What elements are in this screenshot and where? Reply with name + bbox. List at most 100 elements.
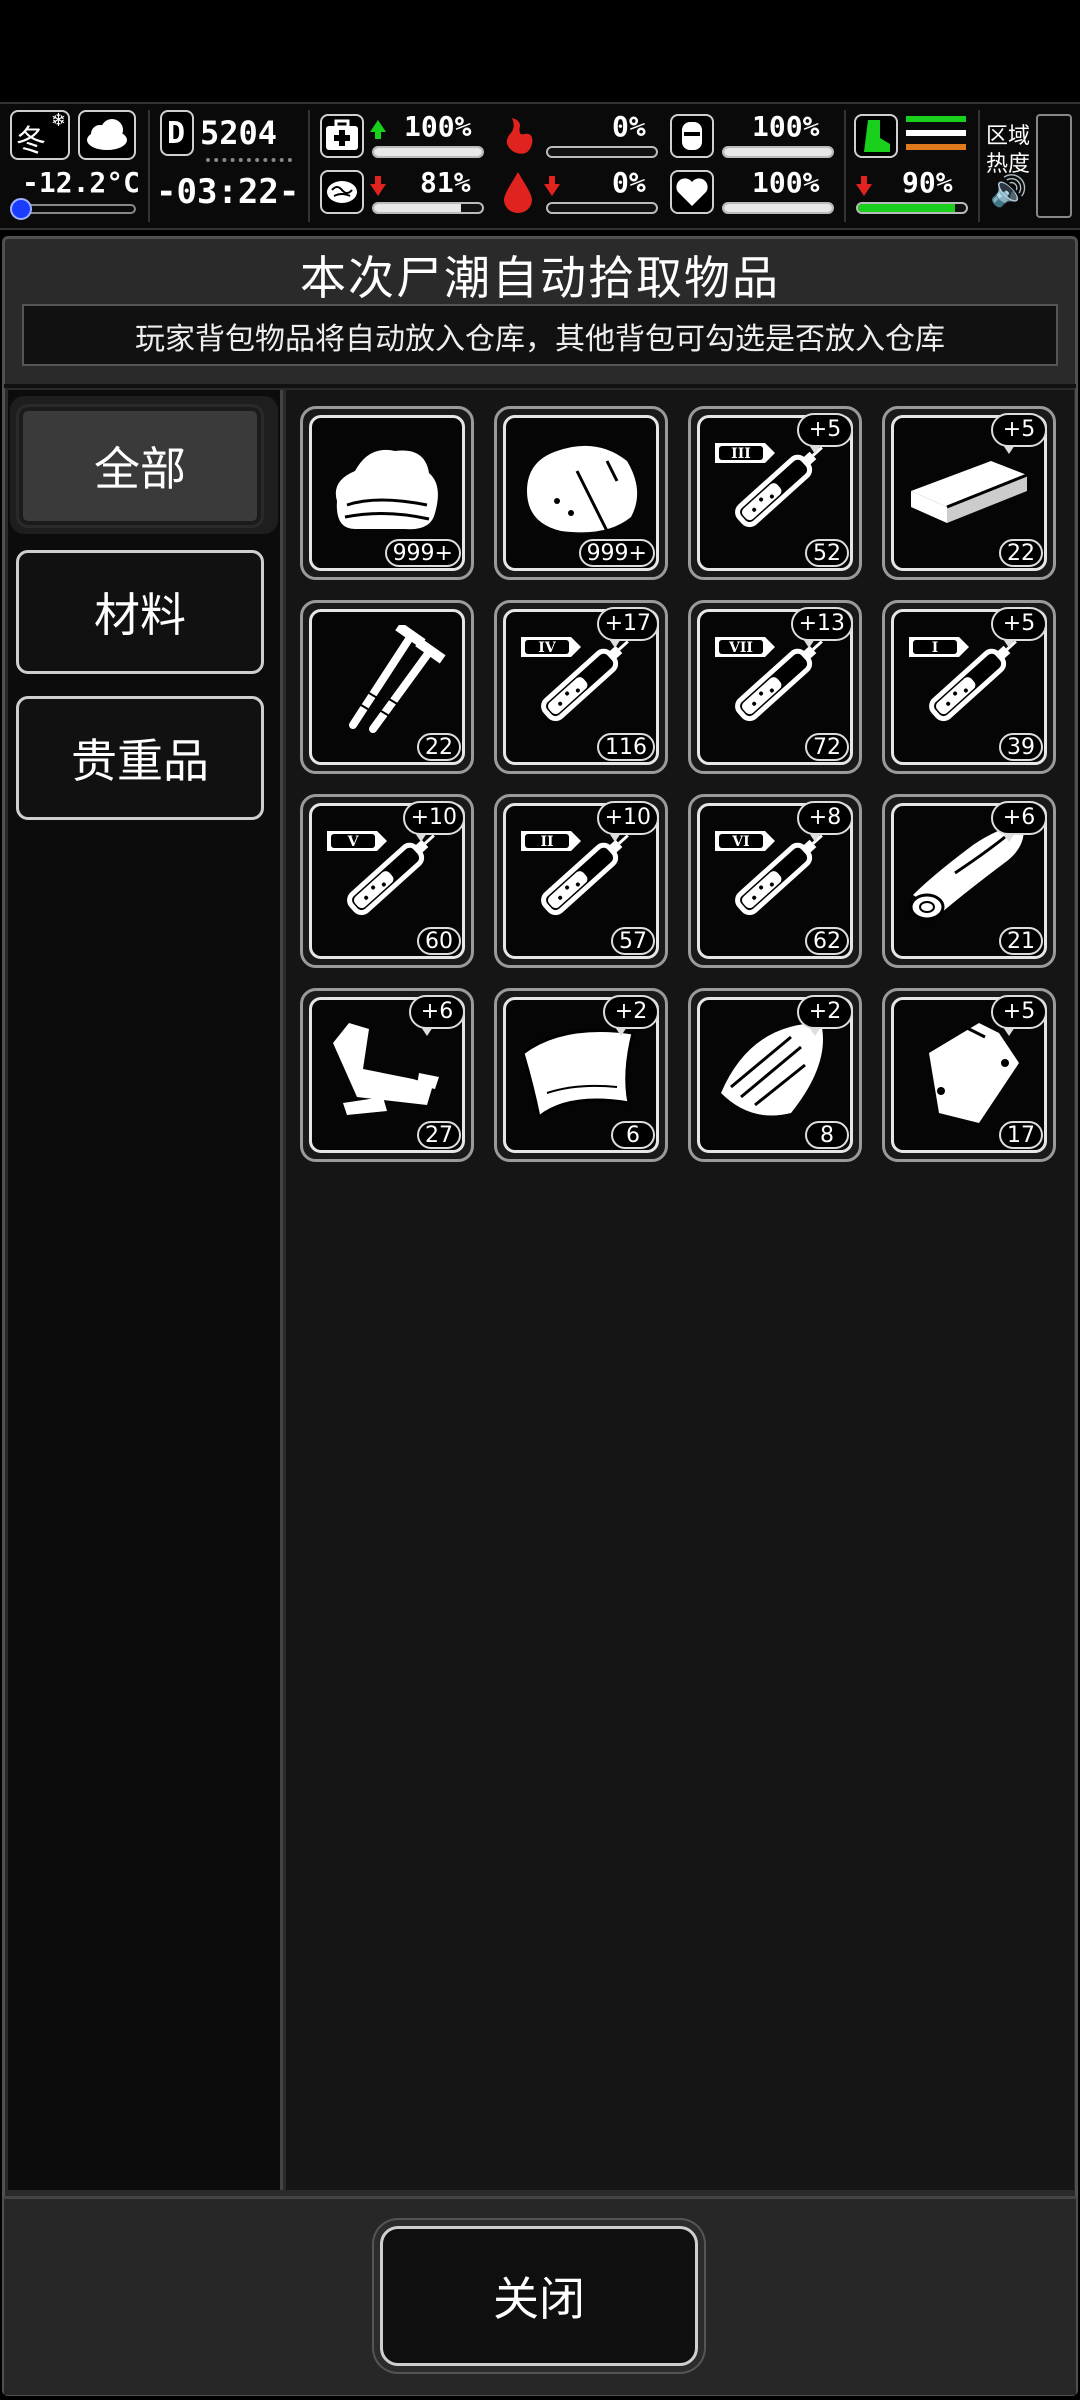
day-counter: 5204 <box>200 114 278 152</box>
item-slot[interactable]: 8 +2 <box>688 988 862 1162</box>
svg-text:III: III <box>731 446 751 462</box>
snowflake-icon: ❄ <box>50 110 66 131</box>
item-gain-badge: +17 <box>596 607 659 648</box>
temperature-indicator <box>10 198 32 220</box>
thirst-percent: 100% <box>752 110 820 143</box>
item-gain-badge: +5 <box>797 413 853 454</box>
tab-valuables[interactable]: 贵重品 <box>16 696 264 820</box>
item-slot[interactable]: II 57 +10 <box>494 794 668 968</box>
day-badge: D <box>160 110 194 156</box>
syringe-iv-icon: IV <box>517 625 645 735</box>
nails-icon <box>323 622 451 735</box>
item-count-badge: 22 <box>999 539 1043 567</box>
gear-bars <box>906 116 966 156</box>
health-bar <box>372 146 484 158</box>
syringe-vii-icon: VII <box>711 625 839 735</box>
svg-text:VII: VII <box>728 640 753 656</box>
svg-text:II: II <box>540 834 553 850</box>
item-gain-badge: +8 <box>797 801 853 842</box>
day-prefix: D <box>167 116 186 151</box>
item-count-badge: 17 <box>999 1121 1043 1149</box>
item-slot[interactable]: 999+ <box>300 406 474 580</box>
item-count-badge: 27 <box>417 1121 461 1149</box>
boot-icon <box>854 114 898 158</box>
item-slot[interactable]: III 52 +5 <box>688 406 862 580</box>
cloth-icon <box>323 431 451 541</box>
syringe-v-icon: V <box>323 819 451 929</box>
sack-icon <box>517 431 645 541</box>
panel-title: 本次尸潮自动拾取物品 <box>300 251 780 305</box>
item-gain-badge: +13 <box>790 607 853 648</box>
item-gain-badge: +6 <box>409 995 465 1036</box>
heart-percent: 100% <box>752 166 820 199</box>
blood-percent: 0% <box>612 166 646 199</box>
item-count-badge: 22 <box>417 733 461 761</box>
status-hud: 冬 ❄ -12.2°C D 5204 -03:22- 100% 81% 0% 0… <box>0 102 1080 230</box>
item-count-badge: 72 <box>805 733 849 761</box>
hunger-percent: 0% <box>612 110 646 143</box>
item-slot[interactable]: 21 +6 <box>882 794 1056 968</box>
panel-divider <box>4 384 1076 388</box>
blood-bar <box>546 202 658 214</box>
blood-down-arrow-icon <box>544 176 560 196</box>
season-badge: 冬 ❄ <box>10 110 70 160</box>
hud-divider <box>844 110 846 222</box>
item-count-badge: 116 <box>597 733 655 761</box>
heart-bar <box>722 202 834 214</box>
item-count-badge: 21 <box>999 927 1043 955</box>
panel-subtitle: 玩家背包物品将自动放入仓库，其他背包可勾选是否放入仓库 <box>135 322 945 357</box>
svg-text:V: V <box>347 834 360 850</box>
item-count-badge: 60 <box>417 927 461 955</box>
item-slot[interactable]: 6 +2 <box>494 988 668 1162</box>
hud-divider <box>148 110 150 222</box>
item-count-badge: 57 <box>611 927 655 955</box>
weather-cloud-icon <box>78 110 136 160</box>
close-button[interactable]: 关闭 <box>380 2226 698 2366</box>
area-heat-meter <box>1036 114 1072 218</box>
item-gain-badge: +5 <box>991 995 1047 1036</box>
health-percent: 100% <box>404 110 472 143</box>
item-slot[interactable]: IV 116 +17 <box>494 600 668 774</box>
item-count-badge: 39 <box>999 733 1043 761</box>
item-slot[interactable]: VI 62 +8 <box>688 794 862 968</box>
svg-text:I: I <box>932 640 939 656</box>
item-gain-badge: +2 <box>603 995 659 1036</box>
item-slot[interactable]: VII 72 +13 <box>688 600 862 774</box>
item-gain-badge: +10 <box>596 801 659 842</box>
item-slot[interactable]: I 39 +5 <box>882 600 1056 774</box>
speaker-icon[interactable]: 🔊 <box>990 174 1027 209</box>
season-label: 冬 <box>16 124 46 159</box>
item-slot[interactable]: V 60 +10 <box>300 794 474 968</box>
stamina-down-arrow-icon <box>856 176 872 196</box>
temperature-gauge <box>14 204 136 214</box>
item-slot[interactable]: 22 +5 <box>882 406 1056 580</box>
item-slot[interactable]: 17 +5 <box>882 988 1056 1162</box>
temperature-readout: -12.2°C <box>22 166 141 199</box>
item-count-badge: 8 <box>805 1121 849 1149</box>
health-up-arrow-icon <box>370 120 386 139</box>
item-slot[interactable]: 27 +6 <box>300 988 474 1162</box>
brain-bar <box>372 202 484 214</box>
brain-icon <box>320 170 364 214</box>
item-count-badge: 52 <box>805 539 849 567</box>
medkit-icon <box>320 114 364 158</box>
item-count-badge: 6 <box>611 1121 655 1149</box>
item-gain-badge: +5 <box>991 607 1047 648</box>
hunger-bar <box>546 146 658 158</box>
item-slot[interactable]: 22 <box>300 600 474 774</box>
clock-readout: -03:22- <box>156 172 300 212</box>
item-gain-badge: +2 <box>797 995 853 1036</box>
tab-all[interactable]: 全部 <box>16 404 264 528</box>
item-slot[interactable]: 999+ <box>494 406 668 580</box>
tab-materials[interactable]: 材料 <box>16 550 264 674</box>
brain-down-arrow-icon <box>370 176 386 196</box>
hud-divider <box>978 110 980 222</box>
stamina-percent: 90% <box>902 166 953 199</box>
hud-divider <box>308 110 310 222</box>
day-dots <box>206 158 292 168</box>
item-count-badge: 62 <box>805 927 849 955</box>
item-gain-badge: +10 <box>402 801 465 842</box>
heart-icon <box>670 170 714 214</box>
item-gain-badge: +6 <box>991 801 1047 842</box>
svg-text:VI: VI <box>731 834 749 850</box>
